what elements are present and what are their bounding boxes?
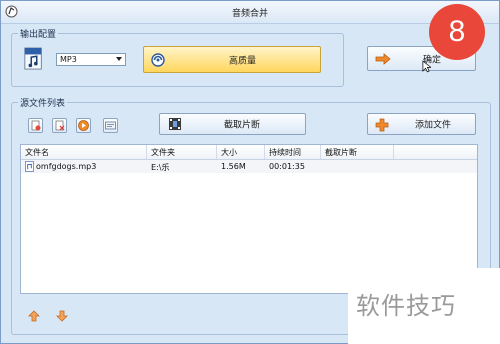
column-divider[interactable]	[320, 145, 321, 159]
plus-icon	[375, 118, 389, 132]
play-button[interactable]	[76, 118, 91, 133]
output-settings-label: 输出配置	[18, 27, 59, 40]
column-header-folder[interactable]: 文件夹	[151, 147, 175, 158]
music-file-icon	[24, 47, 42, 70]
clear-list-button[interactable]	[52, 118, 67, 133]
move-up-icon[interactable]	[28, 310, 40, 322]
watermark-text: 软件技巧	[356, 292, 456, 320]
move-down-icon[interactable]	[56, 310, 68, 322]
format-select-value: MP3	[60, 55, 77, 64]
column-divider[interactable]	[393, 145, 394, 159]
column-header-clip[interactable]: 截取片断	[325, 147, 357, 158]
format-select[interactable]: MP3	[56, 53, 126, 66]
quality-button[interactable]: 高质量	[143, 46, 321, 73]
clear-icon	[55, 120, 65, 131]
add-file-button-label: 添加文件	[415, 120, 452, 131]
clip-button[interactable]: 截取片断	[159, 113, 306, 135]
file-list-header: 文件名 文件夹 大小 持续时间 截取片断	[21, 145, 477, 160]
column-header-filename[interactable]: 文件名	[25, 147, 49, 158]
table-row[interactable]: omfgdogs.mp3 E:\乐 1.56M 00:01:35	[21, 160, 477, 173]
cell-size: 1.56M	[221, 162, 246, 171]
format-icon	[151, 53, 165, 67]
arrow-right-icon	[375, 53, 391, 65]
quality-button-label: 高质量	[229, 56, 257, 66]
properties-button[interactable]	[103, 118, 118, 133]
cell-folder: E:\乐	[151, 163, 170, 172]
add-file-button[interactable]: 添加文件	[367, 113, 476, 135]
cell-filename: omfgdogs.mp3	[36, 162, 97, 171]
column-header-size[interactable]: 大小	[221, 147, 237, 158]
play-icon	[78, 120, 89, 131]
cell-duration: 00:01:35	[269, 162, 305, 171]
info-icon	[105, 121, 116, 130]
clip-button-label: 截取片断	[224, 120, 261, 131]
source-files-label: 源文件列表	[18, 96, 68, 109]
step-number-badge: 8	[429, 4, 485, 60]
chevron-down-icon	[116, 57, 122, 61]
delete-file-button[interactable]	[28, 118, 43, 133]
mp3-file-icon	[25, 161, 34, 172]
column-divider[interactable]	[216, 145, 217, 159]
column-divider[interactable]	[146, 145, 147, 159]
column-header-duration[interactable]: 持续时间	[269, 147, 301, 158]
mouse-cursor-icon	[422, 60, 431, 73]
title-bar: 音频合并	[1, 1, 499, 24]
column-divider[interactable]	[264, 145, 265, 159]
window-title: 音频合并	[231, 9, 268, 19]
clip-icon	[169, 118, 181, 130]
delete-icon	[31, 120, 41, 131]
